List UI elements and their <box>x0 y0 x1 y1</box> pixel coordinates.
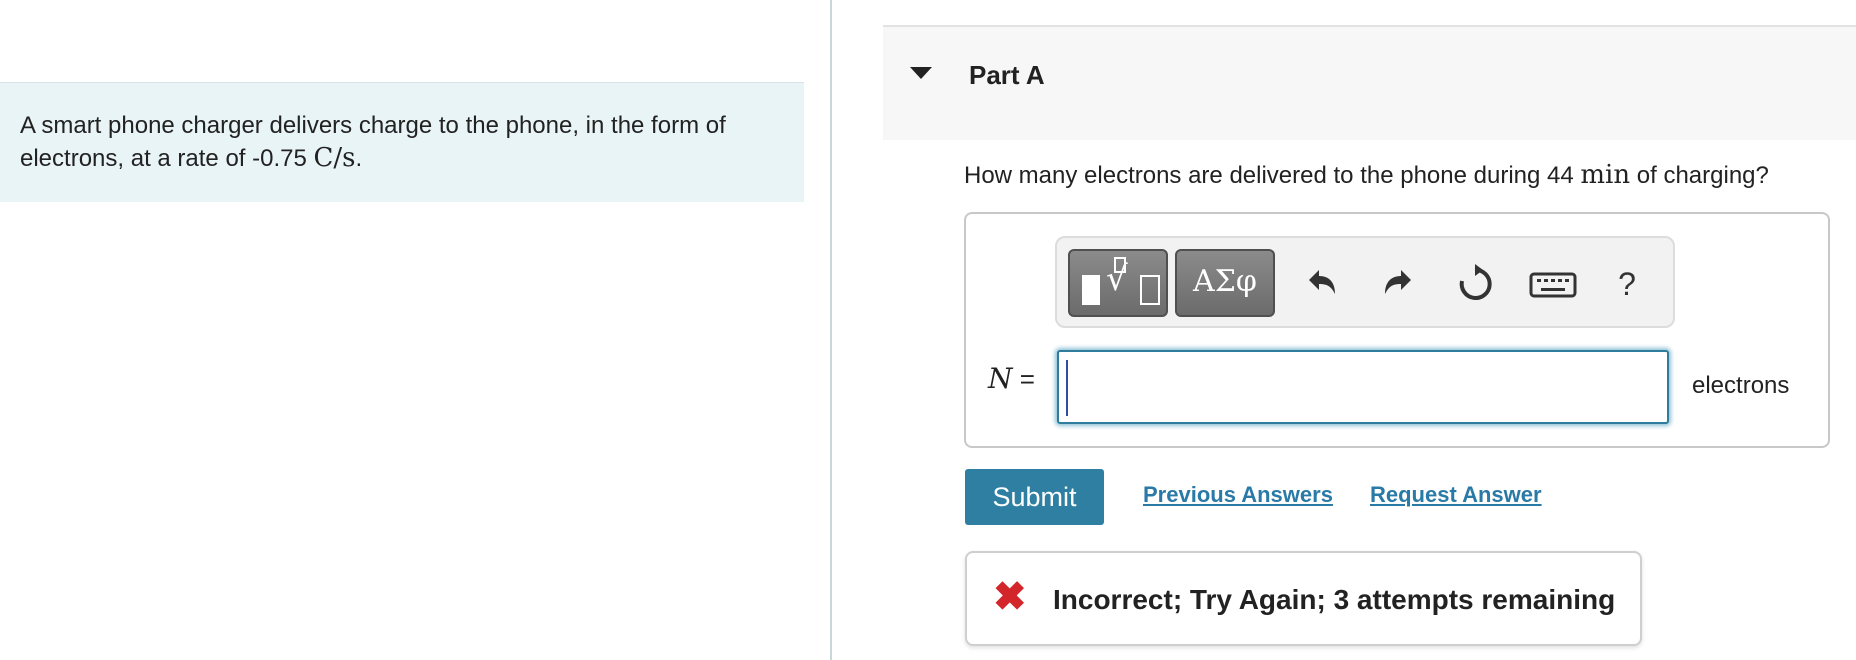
feedback-message: Incorrect; Try Again; 3 attempts remaini… <box>1053 584 1616 615</box>
redo-icon[interactable] <box>1379 264 1419 304</box>
part-title: Part A <box>969 60 1045 90</box>
answer-unit: electrons <box>1692 372 1790 399</box>
submit-button[interactable]: Submit <box>965 469 1104 525</box>
request-answer-link[interactable]: Request Answer <box>1370 482 1542 508</box>
question-text-end: of charging? <box>1630 162 1769 189</box>
panel-divider <box>830 0 832 660</box>
time-unit: min <box>1580 160 1631 190</box>
problem-intro: A smart phone charger delivers charge to… <box>0 82 804 202</box>
question-text: How many electrons are delivered to the … <box>964 160 1769 190</box>
answer-input[interactable] <box>1057 350 1669 424</box>
answer-variable: N <box>988 362 1013 395</box>
greek-symbols-button[interactable]: ΑΣφ <box>1175 249 1275 317</box>
x-icon: ✖ <box>993 575 1027 619</box>
answer-equals: = <box>1019 364 1035 394</box>
undo-icon[interactable] <box>1301 264 1341 304</box>
previous-answers-link[interactable]: Previous Answers <box>1143 482 1333 508</box>
intro-text: A smart phone charger delivers charge to… <box>20 112 726 172</box>
part-header[interactable]: Part A <box>883 25 1856 140</box>
rate-unit: C/s <box>313 143 356 173</box>
answer-box: √ ΑΣφ ? N = electrons <box>964 212 1830 448</box>
intro-text-end: . <box>355 145 363 172</box>
keyboard-icon[interactable] <box>1527 264 1579 304</box>
help-button[interactable]: ? <box>1607 264 1647 304</box>
feedback-box: ✖ Incorrect; Try Again; 3 attempts remai… <box>965 551 1642 646</box>
math-toolbar: √ ΑΣφ ? <box>1055 236 1675 328</box>
caret-down-icon[interactable] <box>910 67 932 79</box>
reset-icon[interactable] <box>1455 264 1495 304</box>
answer-label: N = <box>988 362 1035 395</box>
templates-button[interactable]: √ <box>1068 249 1168 317</box>
question-text-start: How many electrons are delivered to the … <box>964 162 1581 189</box>
text-cursor <box>1066 360 1068 416</box>
